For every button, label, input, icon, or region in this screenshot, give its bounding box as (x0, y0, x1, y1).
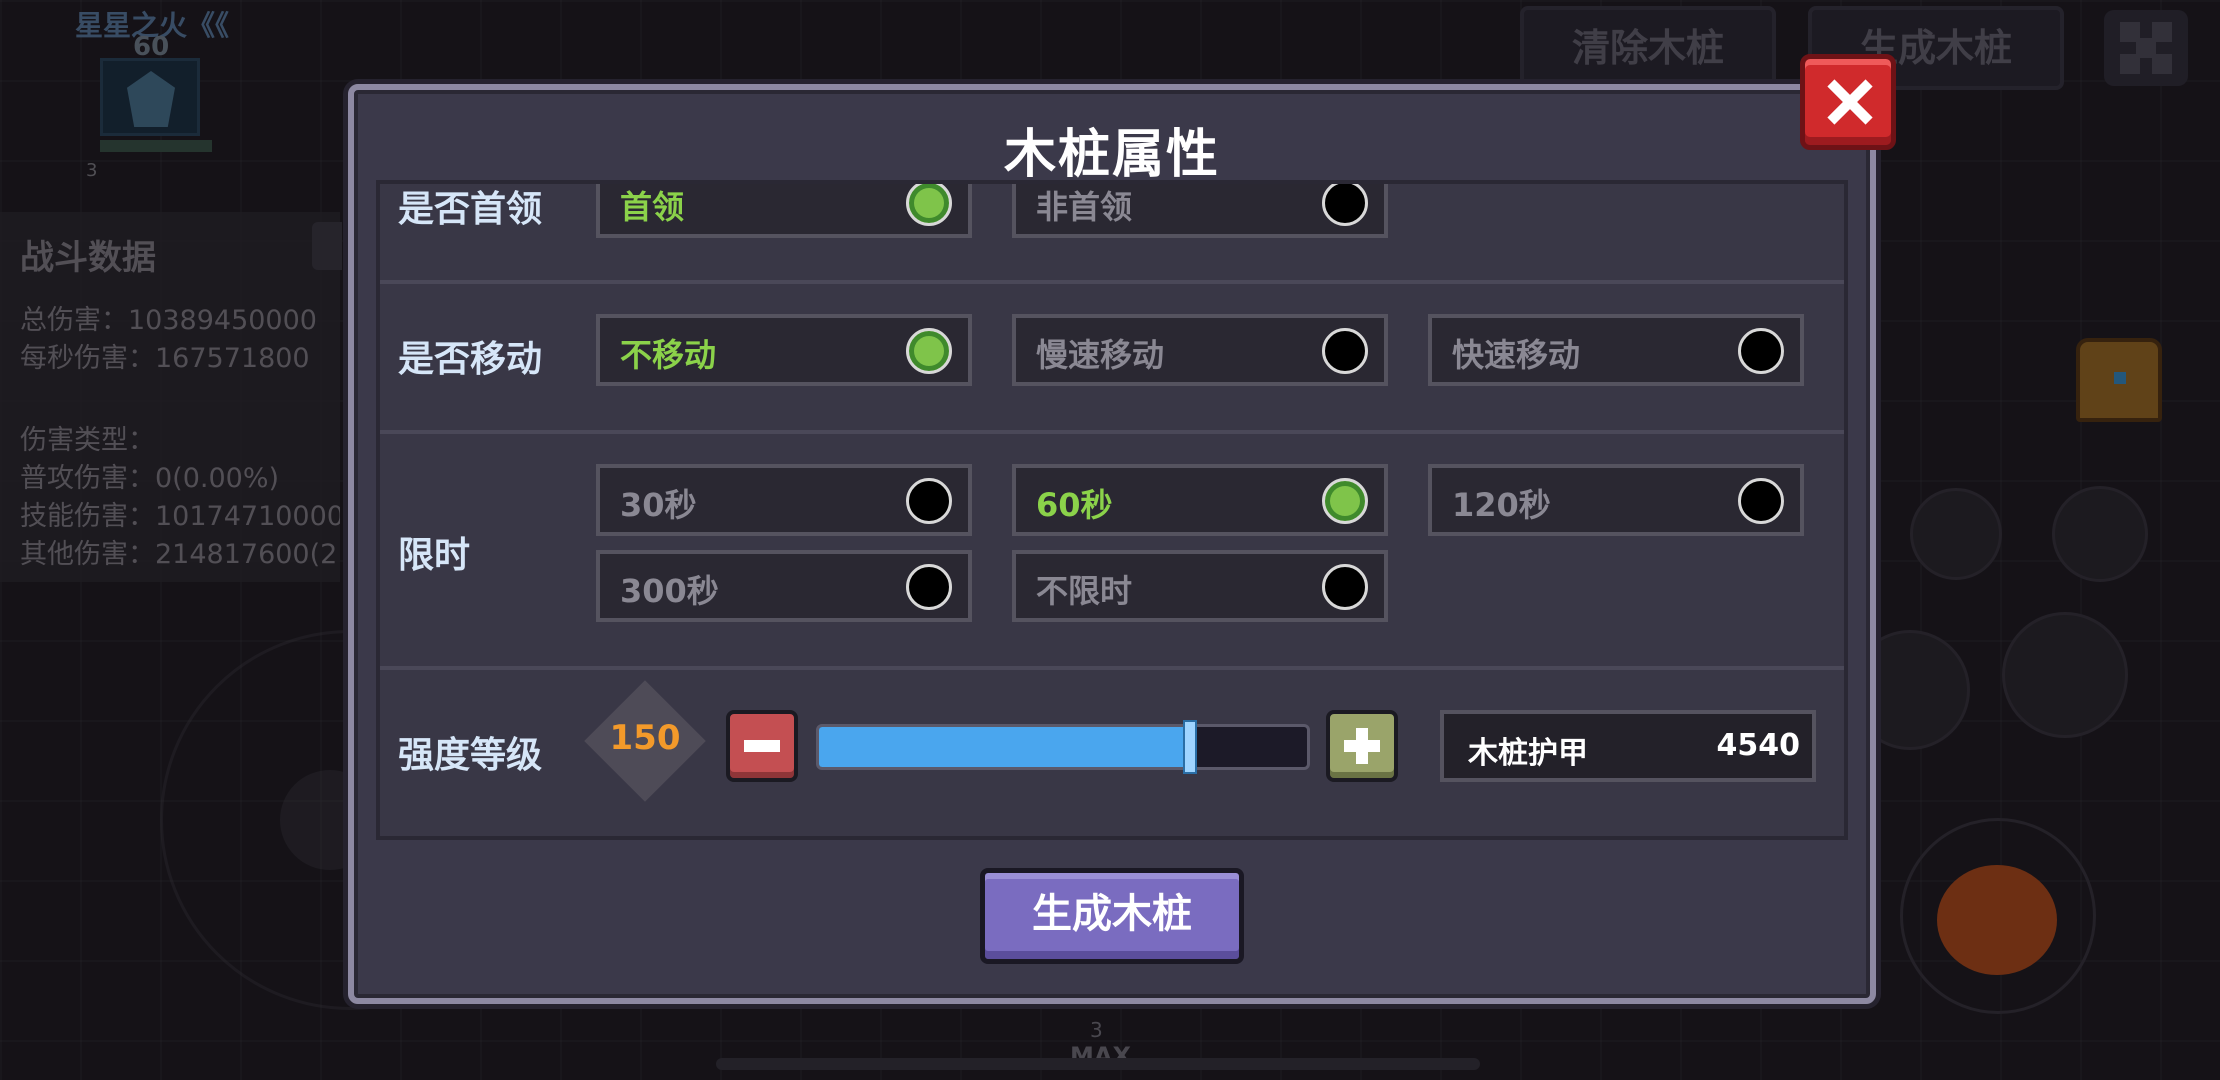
option-slow-move[interactable]: 慢速移动 (1012, 314, 1388, 386)
option-boss[interactable]: 首领 (596, 184, 972, 238)
option-label: 60秒 (1036, 486, 1113, 524)
option-30s[interactable]: 30秒 (596, 464, 972, 536)
radio-selected-icon (906, 328, 952, 374)
option-label: 120秒 (1452, 486, 1551, 524)
section-time-limit: 限时 30秒 60秒 120秒 300秒 不限时 (380, 434, 1844, 670)
radio-unselected-icon (906, 564, 952, 610)
radio-unselected-icon (1322, 564, 1368, 610)
option-label: 快速移动 (1452, 336, 1581, 374)
option-label: 慢速移动 (1036, 336, 1165, 374)
option-60s[interactable]: 60秒 (1012, 464, 1388, 536)
section-boss: 是否首领 首领 非首领 (380, 184, 1844, 284)
radio-selected-icon (906, 184, 952, 226)
dialog-title: 木桩属性 (1003, 125, 1220, 185)
generate-stake-button[interactable]: 生成木桩 (980, 868, 1244, 964)
option-label: 首领 (620, 188, 685, 226)
stake-armor-display: 木桩护甲 4540 (1440, 710, 1816, 782)
option-120s[interactable]: 120秒 (1428, 464, 1804, 536)
option-label: 不限时 (1036, 572, 1133, 610)
option-no-move[interactable]: 不移动 (596, 314, 972, 386)
option-no-limit[interactable]: 不限时 (1012, 550, 1388, 622)
strength-slider-fill (819, 727, 1190, 767)
decrease-strength-button[interactable] (726, 710, 798, 782)
radio-unselected-icon (906, 478, 952, 524)
option-label: 30秒 (620, 486, 697, 524)
section-move: 是否移动 不移动 慢速移动 快速移动 (380, 284, 1844, 434)
option-fast-move[interactable]: 快速移动 (1428, 314, 1804, 386)
strength-slider-handle[interactable] (1182, 720, 1197, 774)
strength-label: 强度等级 (398, 735, 543, 776)
close-icon[interactable] (1800, 54, 1896, 150)
option-label: 不移动 (620, 336, 717, 374)
increase-strength-button[interactable] (1326, 710, 1398, 782)
radio-unselected-icon (1322, 184, 1368, 226)
time-limit-label: 限时 (398, 535, 471, 576)
radio-unselected-icon (1738, 478, 1784, 524)
armor-label: 木桩护甲 (1468, 736, 1588, 771)
strength-slider[interactable] (816, 724, 1310, 770)
radio-selected-icon (1322, 478, 1368, 524)
radio-unselected-icon (1322, 328, 1368, 374)
option-non-boss[interactable]: 非首领 (1012, 184, 1388, 238)
radio-unselected-icon (1738, 328, 1784, 374)
strength-level-value: 150 (609, 718, 681, 758)
boss-label: 是否首领 (398, 189, 543, 230)
option-label: 非首领 (1036, 188, 1133, 226)
option-label: 300秒 (620, 572, 719, 610)
move-label: 是否移动 (398, 339, 543, 380)
option-300s[interactable]: 300秒 (596, 550, 972, 622)
armor-value: 4540 (1716, 728, 1801, 763)
